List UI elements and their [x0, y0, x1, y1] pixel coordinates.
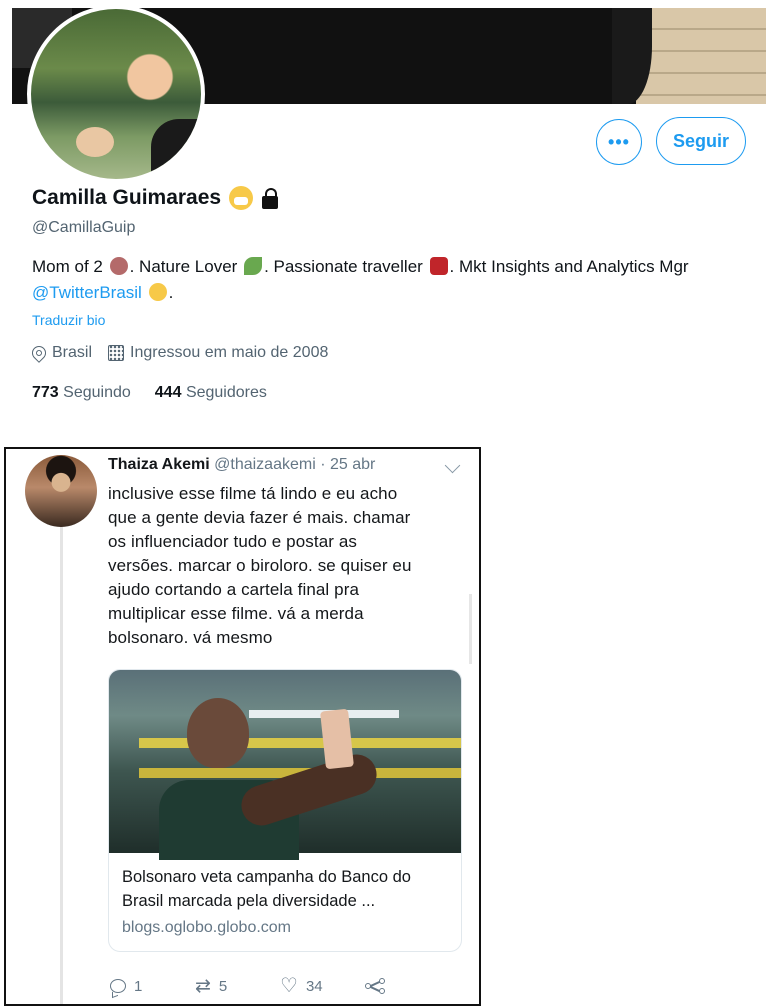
profile-handle: @CamillaGuip	[32, 219, 136, 236]
following-link[interactable]: 773 Seguindo	[32, 384, 131, 402]
retweet-icon: ⇄	[195, 975, 211, 997]
profile-name-row: Camilla Guimaraes	[32, 186, 279, 210]
family-emoji-icon	[109, 257, 128, 275]
tweet-text: inclusive esse filme tá lindo e eu acho …	[108, 484, 412, 647]
tweet-author-handle[interactable]: @thaizaakemi	[214, 456, 316, 473]
bio-text: . Passionate traveller	[264, 257, 423, 276]
location-pin-icon	[29, 343, 49, 363]
translate-bio-link[interactable]: Traduzir bio	[32, 312, 105, 328]
profile-card: ••• Seguir Camilla Guimaraes @CamillaGui…	[12, 0, 766, 418]
location-text: Brasil	[52, 344, 93, 361]
follow-button[interactable]: Seguir	[656, 117, 746, 165]
chevron-down-icon[interactable]	[444, 457, 461, 474]
thread-line	[60, 525, 63, 1004]
calendar-icon	[108, 345, 125, 361]
like-count: 34	[305, 977, 323, 995]
link-preview-card[interactable]: Bolsonaro veta campanha do Banco do Bras…	[108, 669, 462, 952]
scroll-indicator	[469, 594, 472, 664]
like-button[interactable]: ♡ 34	[280, 976, 365, 996]
followers-count: 444	[154, 384, 182, 401]
bio-text: . Nature Lover	[129, 257, 238, 276]
profile-bio: Mom of 2 . Nature Lover . Passionate tra…	[32, 254, 732, 306]
share-icon	[365, 978, 385, 994]
avatar-detail	[76, 127, 114, 157]
reply-button[interactable]: 1	[110, 978, 195, 995]
followers-label: Seguidores	[185, 384, 267, 401]
retweet-count: 5	[218, 977, 228, 995]
profile-stats: 773 Seguindo 444 Seguidores	[32, 384, 267, 402]
nerd-face-emoji-icon	[148, 283, 167, 301]
tweet-separator: ·	[320, 456, 326, 473]
share-button[interactable]	[365, 978, 450, 994]
more-options-button[interactable]: •••	[596, 119, 642, 165]
following-count: 773	[32, 384, 59, 401]
reply-count: 1	[134, 977, 143, 995]
bio-mention-link[interactable]: @TwitterBrasil	[32, 283, 142, 302]
bio-text: Mom of 2	[32, 257, 103, 276]
tweet-date[interactable]: 25 abr	[330, 456, 375, 473]
bio-text: . Mkt Insights and Analytics Mgr	[449, 257, 689, 276]
link-preview-title: Bolsonaro veta campanha do Banco do Bras…	[122, 868, 411, 910]
following-label: Seguindo	[63, 384, 131, 401]
banner-wall	[612, 8, 766, 104]
link-preview-url: blogs.oglobo.globo.com	[122, 919, 292, 936]
tweet-actions: 1 ⇄ 5 ♡ 34	[110, 976, 450, 996]
reply-icon	[110, 979, 126, 993]
link-preview-image	[109, 670, 461, 860]
tweet-header: Thaiza Akemi @thaizaakemi · 25 abr	[108, 456, 375, 474]
heart-icon: ♡	[280, 975, 298, 997]
more-icon: •••	[608, 131, 630, 152]
bio-text: .	[168, 283, 174, 302]
followers-link[interactable]: 444 Seguidores	[155, 384, 267, 402]
profile-meta: Brasil Ingressou em maio de 2008	[29, 343, 338, 363]
avatar-detail	[151, 119, 201, 179]
tweet-author-avatar[interactable]	[25, 455, 97, 527]
face-mask-emoji-icon	[229, 186, 254, 210]
lock-icon	[261, 187, 279, 209]
joined-item: Ingressou em maio de 2008	[108, 344, 328, 362]
profile-avatar[interactable]	[27, 5, 205, 183]
retweet-button[interactable]: ⇄ 5	[195, 977, 280, 996]
joined-text: Ingressou em maio de 2008	[130, 344, 329, 361]
location-item: Brasil	[29, 343, 93, 363]
luggage-emoji-icon	[429, 257, 448, 275]
tweet-author-name[interactable]: Thaiza Akemi	[108, 456, 210, 473]
leaf-emoji-icon	[244, 257, 263, 275]
profile-name: Camilla Guimaraes	[32, 186, 222, 209]
tweet-screenshot: Thaiza Akemi @thaizaakemi · 25 abr inclu…	[4, 447, 481, 1006]
